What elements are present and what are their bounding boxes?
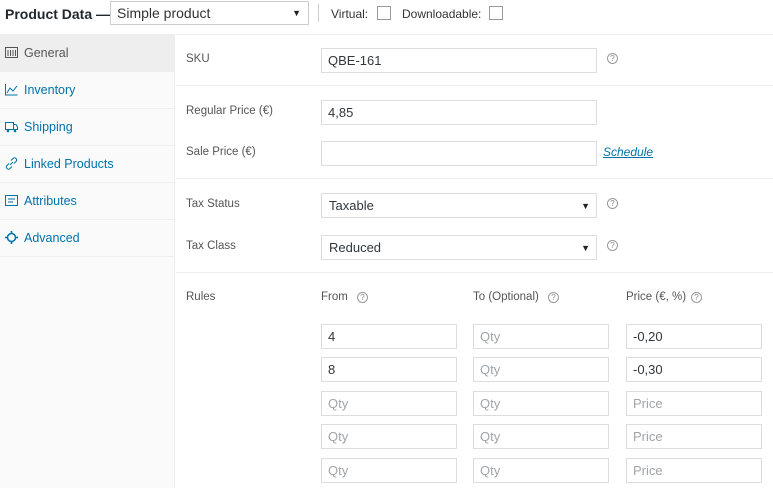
sku-input[interactable]: QBE-161 bbox=[321, 48, 597, 73]
tab-advanced[interactable]: Advanced bbox=[0, 220, 174, 257]
rule-from-input[interactable]: Qty bbox=[321, 458, 457, 483]
sale-price-input[interactable] bbox=[321, 141, 597, 166]
tax-class-select[interactable]: Reduced ▼ bbox=[321, 235, 597, 260]
rule-to-input[interactable]: Qty bbox=[473, 424, 609, 449]
tab-label: Attributes bbox=[24, 194, 77, 208]
tax-status-value: Taxable bbox=[329, 198, 374, 213]
product-data-header: Product Data — Simple product ▼ Virtual:… bbox=[0, 0, 773, 35]
rule-to-input[interactable]: Qty bbox=[473, 391, 609, 416]
rule-to-input[interactable]: Qty bbox=[473, 324, 609, 349]
from-header: From bbox=[321, 291, 348, 303]
tab-label: Shipping bbox=[24, 120, 73, 134]
tax-class-label: Tax Class bbox=[186, 240, 236, 252]
schedule-link[interactable]: Schedule bbox=[603, 145, 653, 159]
to-header: To (Optional) bbox=[473, 291, 539, 303]
rule-price-input[interactable]: Price bbox=[626, 391, 762, 416]
help-icon[interactable]: ? bbox=[607, 198, 618, 209]
rule-from-input[interactable]: 4 bbox=[321, 324, 457, 349]
help-icon[interactable]: ? bbox=[357, 292, 368, 303]
price-header: Price (€, %) bbox=[626, 291, 687, 303]
rules-label: Rules bbox=[186, 291, 216, 303]
tab-label: Inventory bbox=[24, 83, 76, 97]
tab-shipping[interactable]: Shipping bbox=[0, 109, 174, 146]
product-data-tabs: General Inventory Shipping Linked Produc… bbox=[0, 35, 175, 488]
truck-icon bbox=[5, 120, 18, 133]
sku-label: SKU bbox=[186, 53, 210, 65]
general-panel: SKU QBE-161 ? Regular Price (€) 4,85 Sal… bbox=[176, 35, 773, 488]
chevron-down-icon: ▼ bbox=[581, 243, 590, 253]
section-divider bbox=[176, 85, 773, 86]
product-type-value: Simple product bbox=[117, 5, 211, 21]
tab-inventory[interactable]: Inventory bbox=[0, 72, 174, 109]
list-icon bbox=[5, 194, 18, 207]
rule-price-input[interactable]: Price bbox=[626, 458, 762, 483]
help-icon[interactable]: ? bbox=[607, 53, 618, 64]
sale-price-label: Sale Price (€) bbox=[186, 146, 256, 158]
help-icon[interactable]: ? bbox=[607, 240, 618, 251]
downloadable-label: Downloadable: bbox=[402, 7, 482, 21]
chevron-down-icon: ▼ bbox=[581, 201, 590, 211]
link-icon bbox=[5, 157, 18, 170]
help-icon[interactable]: ? bbox=[691, 292, 702, 303]
rule-price-input[interactable]: -0,30 bbox=[626, 357, 762, 382]
downloadable-checkbox[interactable] bbox=[489, 6, 503, 20]
grid-icon bbox=[5, 46, 18, 59]
tab-linked-products[interactable]: Linked Products bbox=[0, 146, 174, 183]
tax-status-label: Tax Status bbox=[186, 198, 240, 210]
tab-label: Advanced bbox=[24, 231, 80, 245]
product-data-title: Product Data — bbox=[5, 6, 111, 22]
tab-general[interactable]: General bbox=[0, 35, 174, 72]
virtual-label: Virtual: bbox=[331, 7, 369, 21]
gear-icon bbox=[5, 231, 18, 244]
rule-price-input[interactable]: -0,20 bbox=[626, 324, 762, 349]
tab-label: General bbox=[24, 46, 69, 60]
rule-to-input[interactable]: Qty bbox=[473, 357, 609, 382]
tax-status-select[interactable]: Taxable ▼ bbox=[321, 193, 597, 218]
rule-from-input[interactable]: 8 bbox=[321, 357, 457, 382]
product-type-select[interactable]: Simple product ▼ bbox=[110, 1, 309, 25]
regular-price-input[interactable]: 4,85 bbox=[321, 100, 597, 125]
tab-attributes[interactable]: Attributes bbox=[0, 183, 174, 220]
tax-class-value: Reduced bbox=[329, 240, 382, 255]
section-divider bbox=[176, 178, 773, 179]
rule-to-input[interactable]: Qty bbox=[473, 458, 609, 483]
rule-from-input[interactable]: Qty bbox=[321, 391, 457, 416]
section-divider bbox=[176, 272, 773, 273]
help-icon[interactable]: ? bbox=[548, 292, 559, 303]
regular-price-label: Regular Price (€) bbox=[186, 105, 273, 117]
virtual-checkbox[interactable] bbox=[377, 6, 391, 20]
tab-label: Linked Products bbox=[24, 157, 114, 171]
rule-price-input[interactable]: Price bbox=[626, 424, 762, 449]
rule-from-input[interactable]: Qty bbox=[321, 424, 457, 449]
chart-icon bbox=[5, 83, 18, 96]
header-divider bbox=[318, 4, 319, 22]
chevron-down-icon: ▼ bbox=[292, 8, 301, 18]
